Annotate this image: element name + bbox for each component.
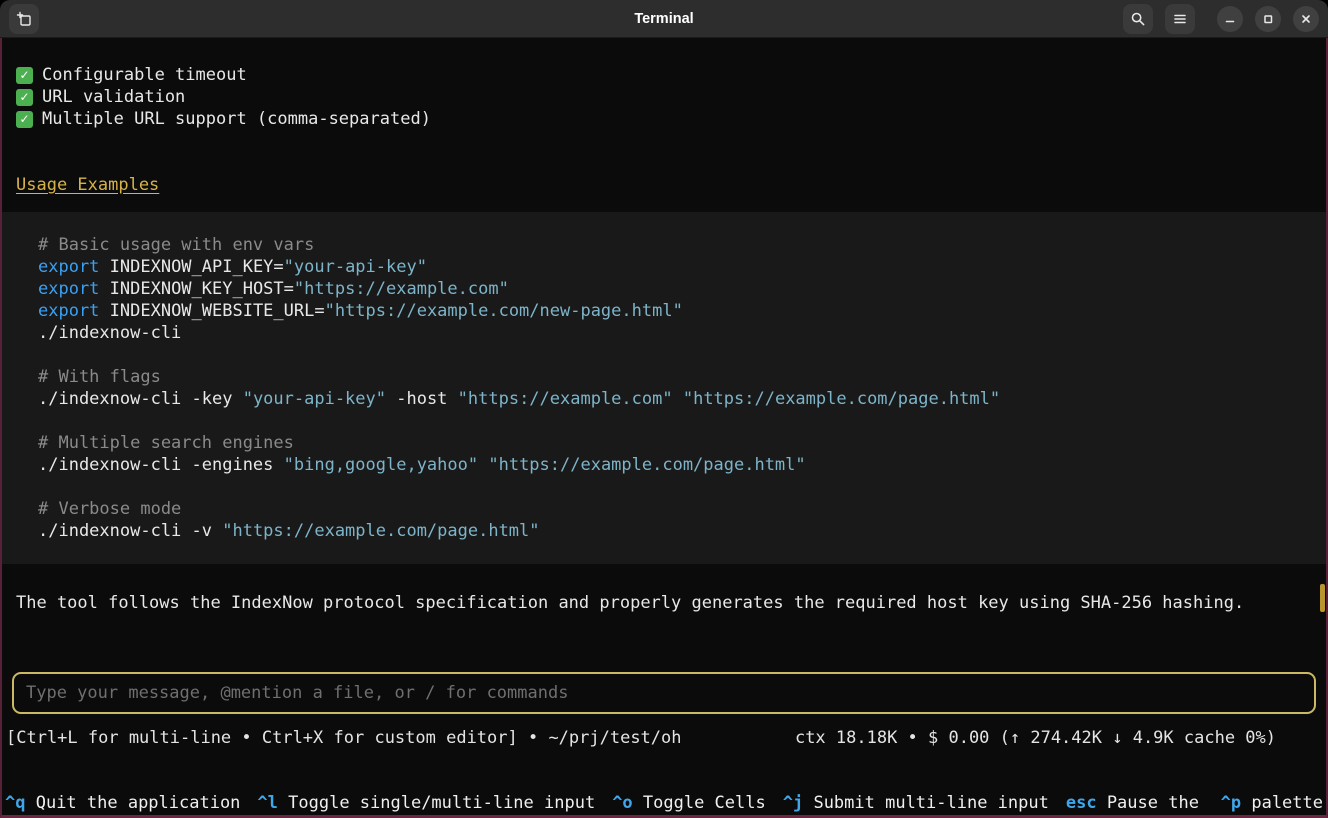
shortcut-key: ^p	[1221, 793, 1241, 813]
code-token: "your-api-key"	[284, 257, 427, 277]
code-token	[673, 389, 683, 409]
titlebar-controls	[1123, 4, 1319, 34]
shortcut-key: esc	[1066, 793, 1097, 813]
code-line: ./indexnow-cli	[16, 322, 1312, 344]
message-input-box[interactable]	[12, 672, 1316, 714]
code-line	[16, 344, 1312, 366]
code-token	[478, 455, 488, 475]
shortcut-desc: Submit multi-line input	[803, 793, 1049, 813]
help-item: ^o Toggle Cells	[612, 792, 766, 814]
code-token: "https://example.com/new-page.html"	[325, 301, 683, 321]
search-icon	[1130, 11, 1146, 27]
code-token: "https://example.com"	[458, 389, 673, 409]
shortcut-desc: Quit the application	[25, 793, 240, 813]
code-line: export INDEXNOW_API_KEY="your-api-key"	[16, 256, 1312, 278]
status-right: ctx 18.18K • $ 0.00 (↑ 274.42K ↓ 4.9K ca…	[795, 727, 1276, 749]
maximize-button[interactable]	[1255, 6, 1281, 32]
code-block: # Basic usage with env varsexport INDEXN…	[2, 212, 1326, 564]
check-icon: ✓	[16, 89, 33, 106]
minimize-button[interactable]	[1217, 6, 1243, 32]
message-input[interactable]	[26, 683, 1302, 703]
code-token: "your-api-key"	[243, 389, 386, 409]
code-token: ./indexnow-cli	[38, 323, 181, 343]
code-line	[16, 476, 1312, 498]
maximize-icon	[1261, 12, 1275, 26]
code-token: INDEXNOW_KEY_HOST=	[99, 279, 293, 299]
code-line: # Basic usage with env vars	[16, 234, 1312, 256]
code-token: export	[38, 257, 99, 277]
code-token: -host	[386, 389, 458, 409]
summary-paragraph: The tool follows the IndexNow protocol s…	[16, 592, 1312, 614]
code-line: ./indexnow-cli -v "https://example.com/p…	[16, 520, 1312, 542]
code-token: # Multiple search engines	[38, 433, 294, 453]
code-token: INDEXNOW_API_KEY=	[99, 257, 283, 277]
code-token: "https://example.com/page.html"	[488, 455, 805, 475]
shortcut-desc: palette	[1241, 793, 1323, 813]
code-line: # Verbose mode	[16, 498, 1312, 520]
new-tab-icon	[16, 11, 32, 27]
usage-examples-heading: Usage Examples	[16, 174, 1312, 196]
terminal-window: Terminal	[0, 0, 1328, 818]
code-token: "https://example.com"	[294, 279, 509, 299]
code-line: ./indexnow-cli -key "your-api-key" -host…	[16, 388, 1312, 410]
check-icon: ✓	[16, 111, 33, 128]
hamburger-menu-icon	[1172, 11, 1188, 27]
help-item: ^l Toggle single/multi-line input	[257, 792, 595, 814]
code-token: export	[38, 301, 99, 321]
help-bar: ^q Quit the application ^l Toggle single/…	[2, 792, 1326, 814]
menu-button[interactable]	[1165, 4, 1195, 34]
code-token: "https://example.com/page.html"	[222, 521, 539, 541]
code-token: "https://example.com/page.html"	[683, 389, 1000, 409]
shortcut-key: ^o	[612, 793, 632, 813]
help-item: esc Pause the	[1066, 792, 1199, 814]
feature-checklist: ✓ Configurable timeout ✓ URL validation ✓ Mul…	[16, 64, 1312, 130]
code-line: # With flags	[16, 366, 1312, 388]
checklist-item: ✓ Configurable timeout	[16, 64, 1312, 86]
code-line: export INDEXNOW_WEBSITE_URL="https://exa…	[16, 300, 1312, 322]
terminal-body[interactable]: ✓ Configurable timeout ✓ URL validation ✓ Mul…	[0, 38, 1328, 818]
new-tab-button[interactable]	[9, 4, 39, 34]
code-line: # Multiple search engines	[16, 432, 1312, 454]
close-icon	[1299, 12, 1313, 26]
checklist-item-label: Multiple URL support (comma-separated)	[42, 108, 431, 130]
code-line: ./indexnow-cli -engines "bing,google,yah…	[16, 454, 1312, 476]
checklist-item-label: URL validation	[42, 86, 185, 108]
code-token: # With flags	[38, 367, 161, 387]
checklist-item: ✓ URL validation	[16, 86, 1312, 108]
scrollbar-thumb[interactable]	[1320, 584, 1325, 612]
code-line: export INDEXNOW_KEY_HOST="https://exampl…	[16, 278, 1312, 300]
shortcut-desc: Toggle Cells	[633, 793, 766, 813]
titlebar: Terminal	[0, 0, 1328, 38]
minimize-icon	[1223, 12, 1237, 26]
help-item: ^p palette	[1221, 792, 1323, 814]
help-item: ^j Submit multi-line input	[783, 792, 1049, 814]
code-token: # Verbose mode	[38, 499, 181, 519]
code-token: # Basic usage with env vars	[38, 235, 314, 255]
code-token: "bing,google,yahoo"	[284, 455, 478, 475]
code-line	[16, 410, 1312, 432]
close-button[interactable]	[1293, 6, 1319, 32]
terminal-output: ✓ Configurable timeout ✓ URL validation ✓ Mul…	[2, 38, 1326, 614]
code-token: ./indexnow-cli -key	[38, 389, 243, 409]
help-item: ^q Quit the application	[5, 792, 240, 814]
checklist-item: ✓ Multiple URL support (comma-separated)	[16, 108, 1312, 130]
code-token: ./indexnow-cli -v	[38, 521, 222, 541]
shortcut-desc: Pause the	[1097, 793, 1199, 813]
shortcut-key: ^j	[783, 793, 803, 813]
search-button[interactable]	[1123, 4, 1153, 34]
code-token: INDEXNOW_WEBSITE_URL=	[99, 301, 324, 321]
status-left: [Ctrl+L for multi-line • Ctrl+X for cust…	[6, 727, 682, 749]
code-token: ./indexnow-cli -engines	[38, 455, 284, 475]
shortcut-desc: Toggle single/multi-line input	[278, 793, 595, 813]
status-bar: [Ctrl+L for multi-line • Ctrl+X for cust…	[2, 727, 1326, 749]
shortcut-key: ^l	[257, 793, 277, 813]
shortcut-key: ^q	[5, 793, 25, 813]
code-token: export	[38, 279, 99, 299]
check-icon: ✓	[16, 67, 33, 84]
checklist-item-label: Configurable timeout	[42, 64, 247, 86]
